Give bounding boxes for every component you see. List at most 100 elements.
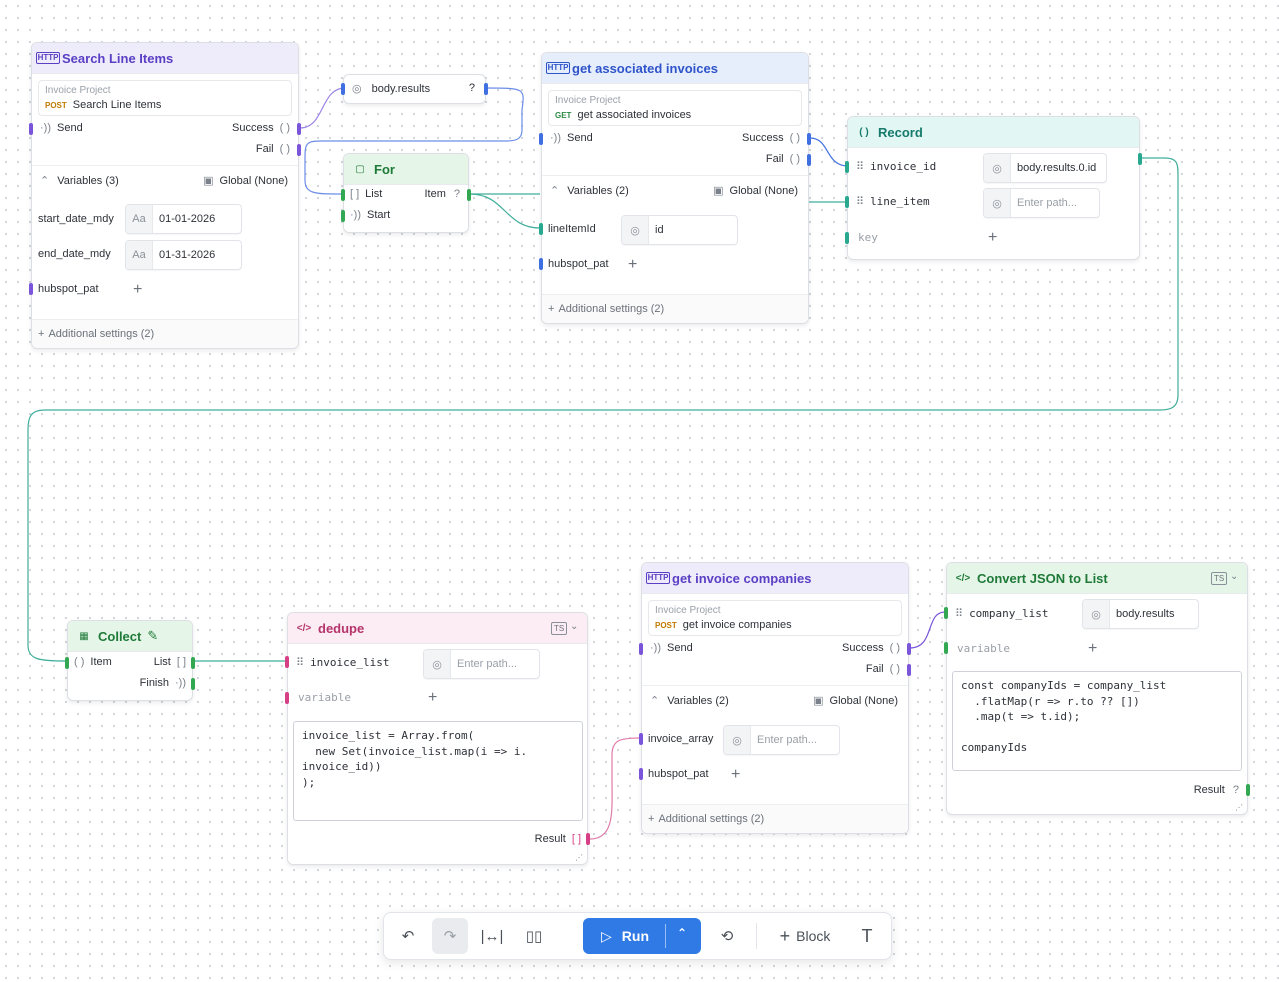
line-item-value[interactable]: ◎ Enter path...	[983, 188, 1100, 218]
fail-port[interactable]	[297, 144, 301, 156]
input-port[interactable]	[341, 83, 345, 95]
add-block-button[interactable]: + Block	[770, 918, 840, 954]
variable-placeholder[interactable]: variable	[957, 642, 1010, 655]
hubspot-pat-port[interactable]	[29, 283, 33, 295]
resize-handle-icon[interactable]: ⋰	[575, 853, 583, 862]
for-node[interactable]: ▢ For [ ] List Item ? ·)) Start	[341, 153, 471, 233]
success-port[interactable]	[297, 123, 301, 135]
item-port[interactable]	[467, 189, 471, 201]
drag-handle-icon[interactable]: ⠿	[856, 160, 864, 173]
history-icon[interactable]: ⟲	[709, 918, 745, 954]
drag-handle-icon[interactable]: ⠿	[856, 195, 864, 208]
add-field-icon[interactable]: +	[988, 230, 997, 246]
node-header[interactable]: ▦ Collect ✎	[68, 621, 192, 652]
add-value-icon[interactable]: +	[731, 767, 740, 783]
variables-toggle[interactable]: ⌃ Variables (2)	[650, 694, 729, 708]
fail-port[interactable]	[907, 664, 911, 676]
add-value-icon[interactable]: +	[628, 257, 637, 273]
line-item-port[interactable]	[845, 196, 849, 208]
drag-handle-icon[interactable]: ⠿	[296, 656, 304, 669]
typescript-icon[interactable]: TS	[551, 622, 568, 635]
additional-settings[interactable]: + Additional settings (2)	[642, 804, 908, 833]
start-date-field[interactable]: Aa 01-01-2026	[125, 204, 242, 234]
node-header[interactable]: ( ) Record	[848, 117, 1139, 148]
fit-width-icon[interactable]: |↔|	[474, 918, 510, 954]
line-item-id-field[interactable]: ◎ id	[621, 215, 738, 245]
chevron-up-icon[interactable]: ⌃	[677, 926, 687, 940]
add-value-icon[interactable]: +	[133, 282, 142, 298]
invoice-list-port[interactable]	[285, 656, 289, 668]
node-header[interactable]: HTTP get invoice companies	[642, 563, 908, 594]
send-port[interactable]	[639, 643, 643, 655]
redo-icon[interactable]: ↷	[432, 918, 468, 954]
code-editor[interactable]: invoice_list = Array.from( new Set(invoi…	[293, 721, 583, 821]
additional-settings[interactable]: + Additional settings (2)	[542, 294, 808, 323]
company-list-port[interactable]	[944, 607, 948, 619]
fail-port[interactable]	[807, 154, 811, 166]
get-associated-invoices-node[interactable]: HTTP get associated invoices Invoice Pro…	[539, 52, 811, 324]
invoice-list-value[interactable]: ◎ Enter path...	[423, 649, 540, 679]
send-port[interactable]	[29, 123, 33, 135]
edit-pencil-icon[interactable]: ✎	[147, 628, 158, 644]
undo-icon[interactable]: ↶	[390, 918, 426, 954]
node-header[interactable]: </> dedupe	[288, 613, 587, 644]
add-field-icon[interactable]: +	[428, 690, 437, 706]
invoice-array-port[interactable]	[639, 733, 643, 745]
success-port[interactable]	[907, 643, 911, 655]
global-selector[interactable]: ▣ Global (None)	[813, 694, 898, 708]
hubspot-pat-port[interactable]	[639, 768, 643, 780]
finish-port[interactable]	[191, 678, 195, 690]
add-field-icon[interactable]: +	[1088, 641, 1097, 657]
end-date-field[interactable]: Aa 01-31-2026	[125, 240, 242, 270]
convert-json-node[interactable]: </> Convert JSON to List TS ⌄ ⠿ company_…	[944, 562, 1250, 815]
drag-handle-icon[interactable]: ⠿	[955, 607, 963, 620]
global-selector[interactable]: ▣ Global (None)	[203, 174, 288, 188]
additional-settings[interactable]: + Additional settings (2)	[32, 319, 298, 348]
node-header[interactable]: ▢ For	[344, 154, 468, 185]
request-source[interactable]: Invoice Project POST Search Line Items	[38, 80, 292, 116]
chevron-down-icon[interactable]: ⌄	[1230, 571, 1238, 582]
node-header[interactable]: HTTP get associated invoices	[542, 53, 808, 84]
dedupe-node[interactable]: </> dedupe TS ⌄ ⠿ invoice_list ◎ Enter p…	[285, 612, 590, 865]
typescript-icon[interactable]: TS	[1211, 572, 1228, 585]
request-source[interactable]: Invoice Project POST get invoice compani…	[648, 600, 902, 636]
collect-node[interactable]: ▦ Collect ✎ ( ) Item List [ ] Finish ·))	[65, 620, 195, 701]
hubspot-pat-port[interactable]	[539, 258, 543, 270]
invoice-id-port[interactable]	[845, 161, 849, 173]
resize-handle-icon[interactable]: ⋰	[1235, 803, 1243, 812]
variables-toggle[interactable]: ⌃ Variables (2)	[550, 184, 629, 198]
key-port[interactable]	[845, 232, 849, 244]
list-port[interactable]	[191, 657, 195, 669]
line-item-id-port[interactable]	[539, 223, 543, 235]
key-placeholder[interactable]: key	[858, 231, 878, 244]
request-source[interactable]: Invoice Project GET get associated invoi…	[548, 90, 802, 126]
company-list-value[interactable]: ◎ body.results	[1082, 599, 1199, 629]
run-button[interactable]: ▷ Run ⌃	[583, 918, 701, 954]
output-port[interactable]	[484, 83, 488, 95]
node-header[interactable]: HTTP Search Line Items	[32, 43, 298, 74]
invoice-id-value[interactable]: ◎ body.results.0.id	[983, 153, 1107, 183]
record-node[interactable]: ( ) Record ⠿ invoice_id ◎ body.results.0…	[845, 116, 1142, 260]
global-selector[interactable]: ▣ Global (None)	[713, 184, 798, 198]
get-invoice-companies-node[interactable]: HTTP get invoice companies Invoice Proje…	[639, 562, 911, 834]
result-port[interactable]	[1246, 784, 1250, 796]
text-tool-icon[interactable]: T	[850, 918, 884, 954]
variable-placeholder[interactable]: variable	[298, 691, 351, 704]
item-port[interactable]	[65, 657, 69, 669]
search-line-items-node[interactable]: HTTP Search Line Items Invoice Project P…	[29, 42, 301, 349]
chevron-down-icon[interactable]: ⌄	[570, 621, 578, 632]
variables-toggle[interactable]: ⌃ Variables (3)	[40, 174, 119, 188]
list-port[interactable]	[341, 189, 345, 201]
invoice-array-field[interactable]: ◎ Enter path...	[723, 725, 840, 755]
variable-port[interactable]	[285, 692, 289, 704]
variable-port[interactable]	[944, 642, 948, 654]
output-port[interactable]	[1138, 153, 1142, 165]
code-editor[interactable]: const companyIds = company_list .flatMap…	[952, 671, 1242, 771]
layout-toggle-icon[interactable]: ▯▯	[516, 918, 552, 954]
node-header[interactable]: </> Convert JSON to List	[947, 563, 1247, 594]
result-port[interactable]	[586, 833, 590, 845]
start-port[interactable]	[341, 210, 345, 222]
body-results-node[interactable]: ◎ body.results ?	[341, 74, 488, 104]
send-port[interactable]	[539, 133, 543, 145]
success-port[interactable]	[807, 133, 811, 145]
